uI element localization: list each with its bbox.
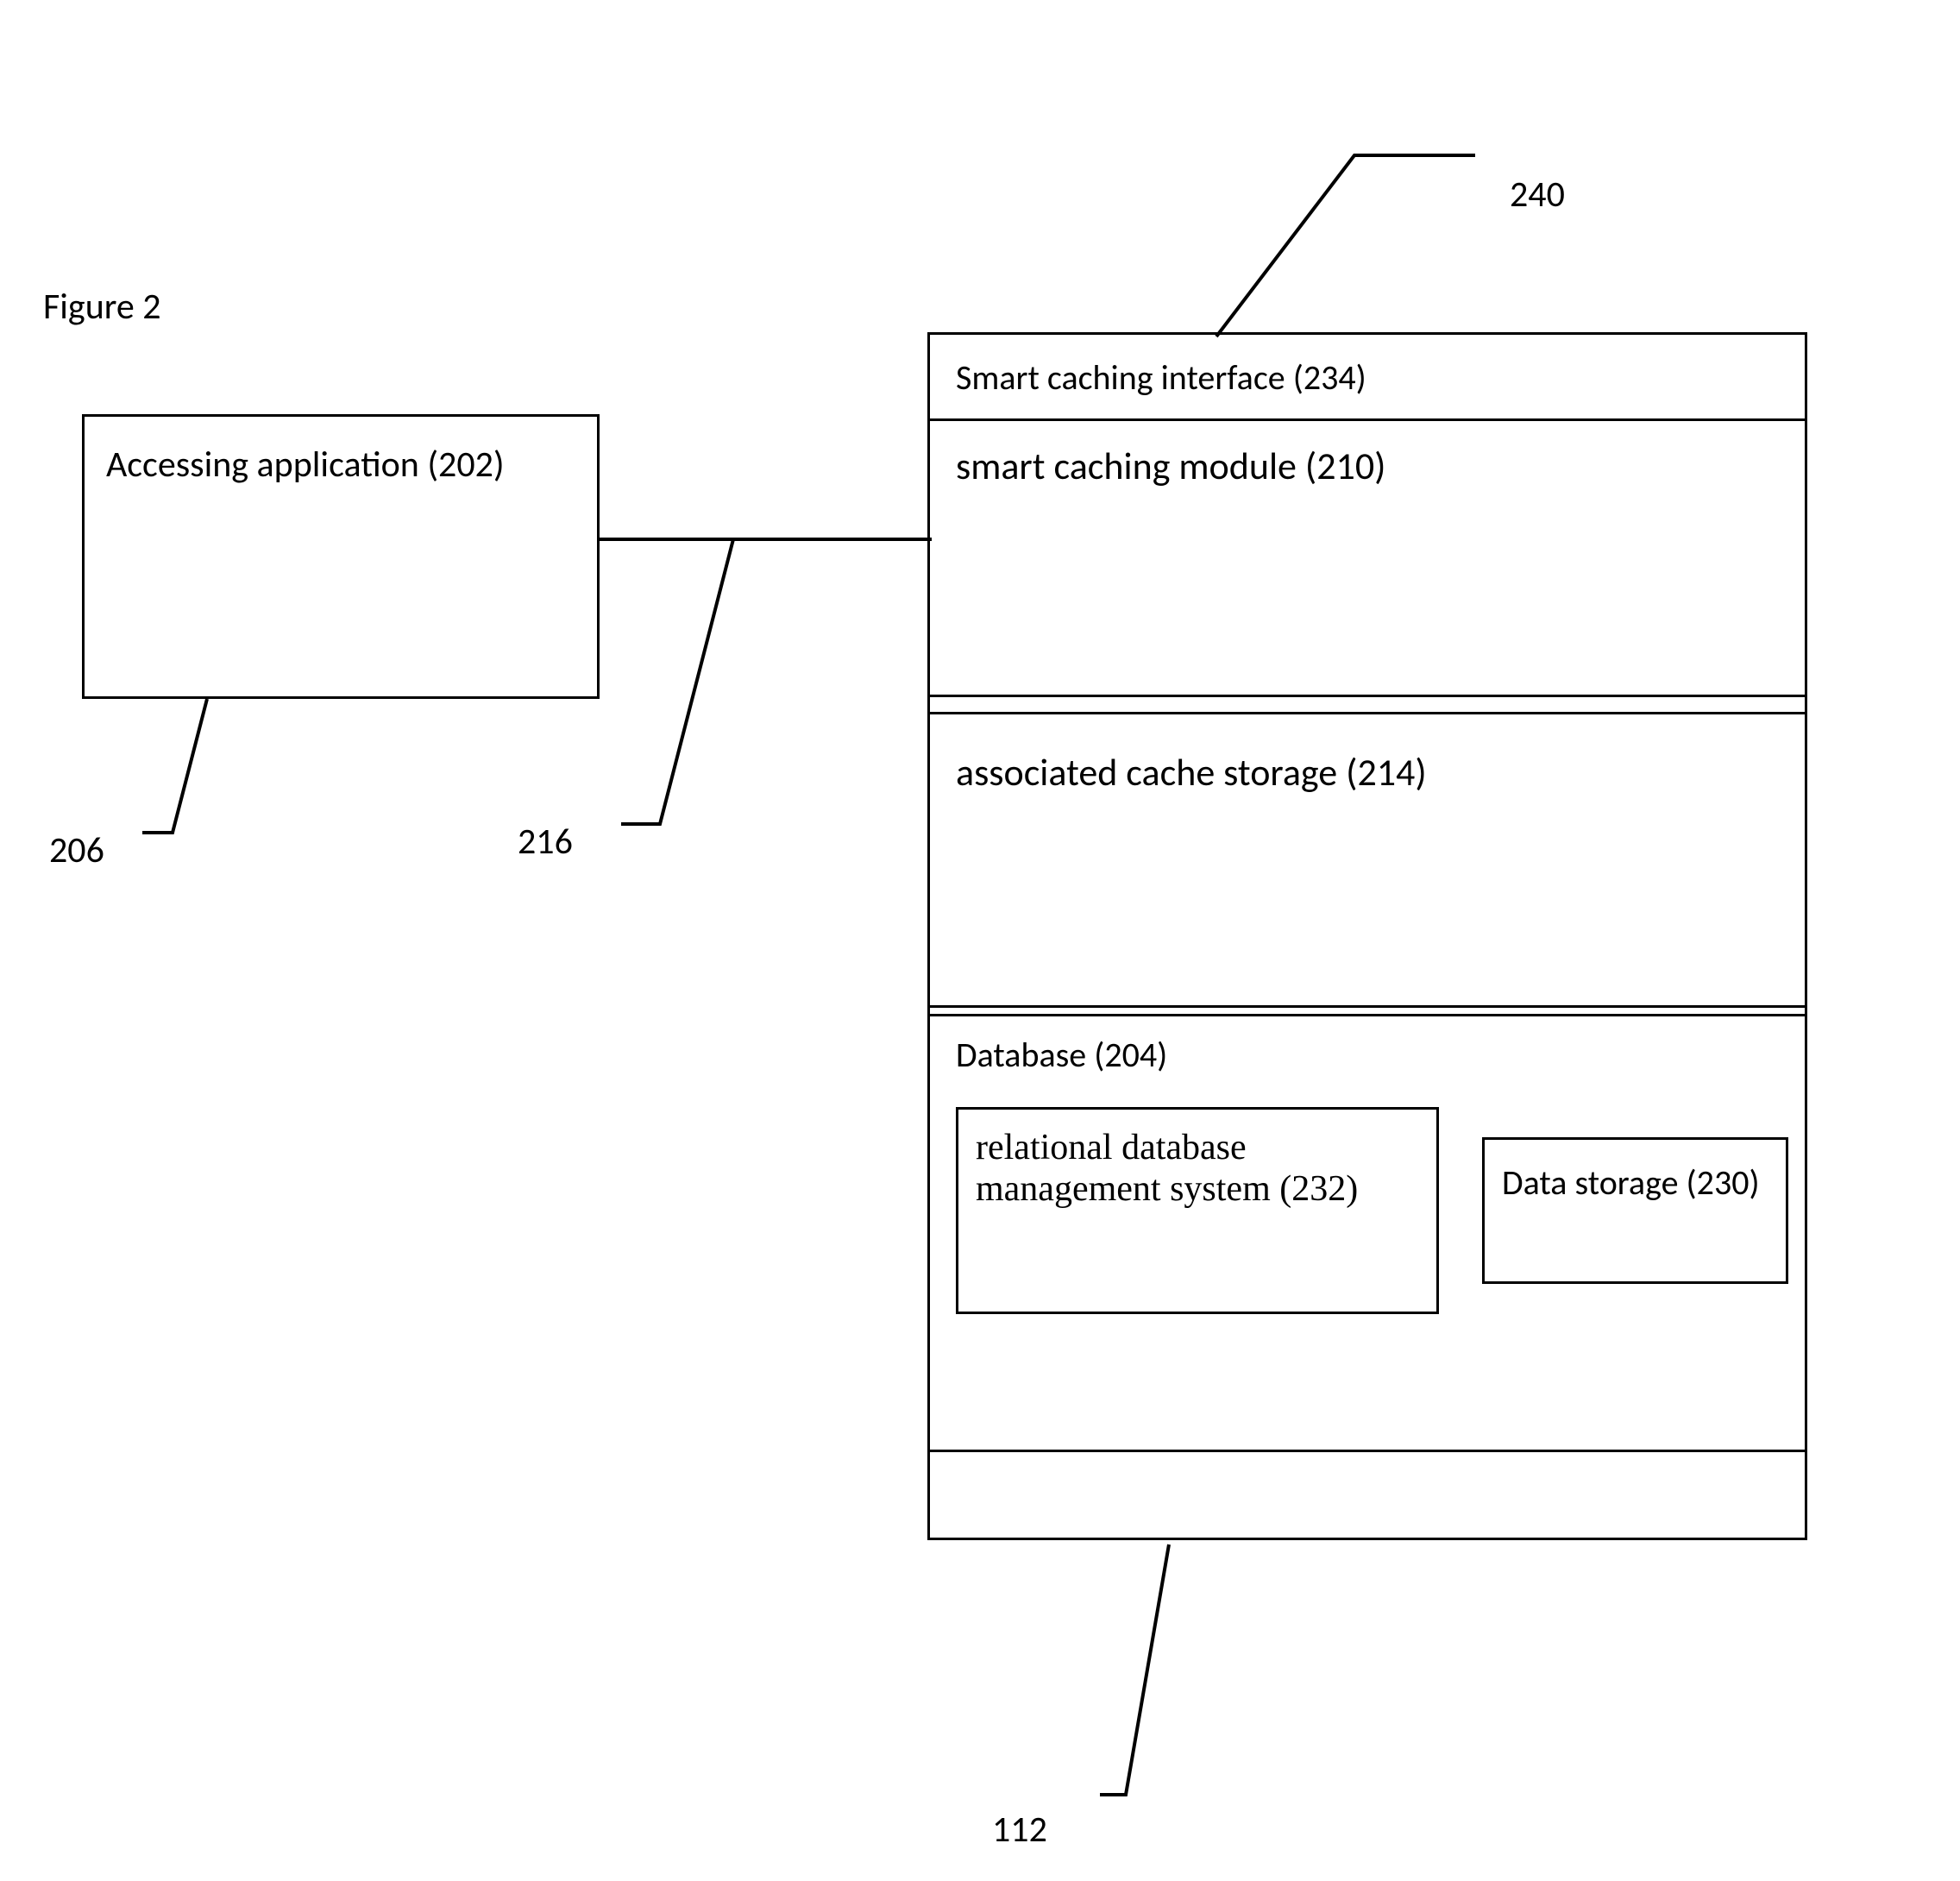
spacer [930, 1452, 1805, 1530]
smart-caching-interface-box: Smart caching interface (234) [930, 335, 1805, 421]
reference-label-112: 112 [992, 1808, 1047, 1852]
accessing-application-box: Accessing application (202) [82, 414, 600, 699]
data-storage-label: Data storage (230) [1502, 1161, 1760, 1204]
accessing-application-label: Accessing application (202) [106, 443, 505, 487]
figure-title: Figure 2 [43, 285, 161, 329]
callout-line-206 [142, 699, 246, 871]
smart-caching-module-label: smart caching module (210) [956, 443, 1385, 489]
callout-line-216 [621, 539, 794, 859]
spacer [930, 1008, 1805, 1016]
callout-line-240 [1216, 151, 1518, 337]
reference-label-216: 216 [518, 820, 573, 864]
spacer [930, 697, 1805, 714]
rdbms-label: relational database management system (2… [976, 1128, 1358, 1209]
reference-label-206: 206 [49, 828, 104, 872]
main-system-container: Smart caching interface (234) smart cach… [927, 332, 1807, 1540]
rdbms-box: relational database management system (2… [956, 1107, 1439, 1314]
associated-cache-storage-box: associated cache storage (214) [930, 714, 1805, 1008]
smart-caching-interface-label: Smart caching interface (234) [956, 356, 1366, 399]
associated-cache-storage-label: associated cache storage (214) [956, 749, 1427, 796]
database-section-box: Database (204) relational database manag… [930, 1016, 1805, 1452]
callout-line-112 [1100, 1544, 1247, 1846]
database-label: Database (204) [956, 1034, 1779, 1076]
connector-line [600, 535, 932, 544]
data-storage-box: Data storage (230) [1482, 1137, 1788, 1284]
smart-caching-module-box: smart caching module (210) [930, 421, 1805, 697]
